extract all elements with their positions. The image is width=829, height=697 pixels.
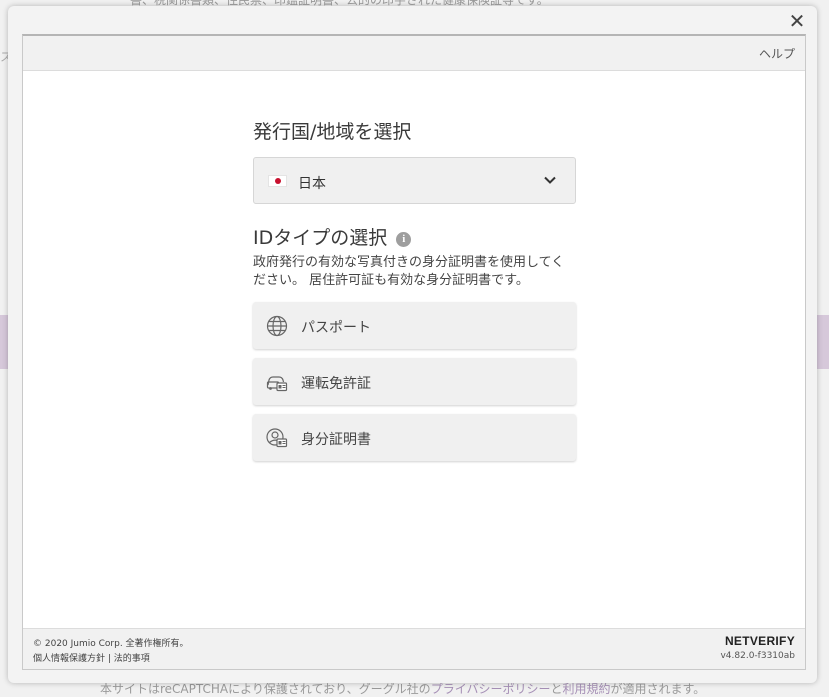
copyright-text: © 2020 Jumio Corp. 全著作権所有。 (33, 639, 189, 649)
option-label: 運転免許証 (301, 376, 371, 392)
verification-modal: ✕ ヘルプ 発行国/地域を選択 日本 IDタイプの選択 i 政府発行の有効な写真… (8, 6, 817, 683)
footer-links: 個人情報保護方針 | 法的事項 (33, 651, 150, 664)
car-id-icon (266, 376, 288, 392)
info-icon[interactable]: i (396, 232, 412, 247)
japan-flag-icon (268, 175, 287, 187)
option-passport[interactable]: パスポート (253, 302, 576, 349)
id-type-title: IDタイプの選択 (253, 227, 388, 249)
privacy-policy-link[interactable]: 個人情報保護方針 (33, 654, 105, 664)
privacy-policy-link[interactable]: プライバシーポリシー (431, 682, 551, 696)
close-icon[interactable]: ✕ (787, 11, 807, 31)
recaptcha-text-1: 本サイトはreCAPTCHAにより保護されており、グーグル社の (100, 682, 431, 696)
frame-header: ヘルプ (23, 36, 805, 71)
option-drivers-license[interactable]: 運転免許証 (253, 358, 576, 405)
person-id-icon (266, 428, 288, 448)
recaptcha-text-2: と (550, 682, 563, 696)
frame-footer: © 2020 Jumio Corp. 全著作権所有。 個人情報保護方針 | 法的… (23, 628, 805, 669)
id-type-description: 政府発行の有効な写真付きの身分証明書を使用してください。 居住許可証も有効な身分… (253, 255, 565, 288)
option-id-card[interactable]: 身分証明書 (253, 414, 576, 461)
help-link[interactable]: ヘルプ (759, 45, 795, 62)
brand-logo: NETVERIFY (724, 634, 795, 648)
country-title: 発行国/地域を選択 (253, 121, 412, 143)
terms-link[interactable]: 利用規約 (562, 682, 610, 696)
chevron-down-icon (544, 176, 556, 184)
version-text: v4.82.0-f3310ab (720, 651, 795, 661)
recaptcha-text-3: が適用されます。 (610, 682, 706, 696)
option-label: パスポート (301, 320, 371, 336)
footer-separator: | (105, 654, 114, 664)
option-label: 身分証明書 (301, 432, 371, 448)
id-type-heading: IDタイプの選択 i (253, 226, 576, 250)
legal-link[interactable]: 法的事項 (114, 654, 150, 664)
document-selection: 発行国/地域を選択 日本 IDタイプの選択 i 政府発行の有効な写真付きの身分証… (253, 120, 576, 461)
netverify-frame: ヘルプ 発行国/地域を選択 日本 IDタイプの選択 i 政府発行の有効な写真付き… (22, 34, 806, 670)
country-select[interactable]: 日本 (253, 157, 576, 204)
country-select-value: 日本 (298, 176, 326, 192)
globe-icon (266, 315, 288, 337)
